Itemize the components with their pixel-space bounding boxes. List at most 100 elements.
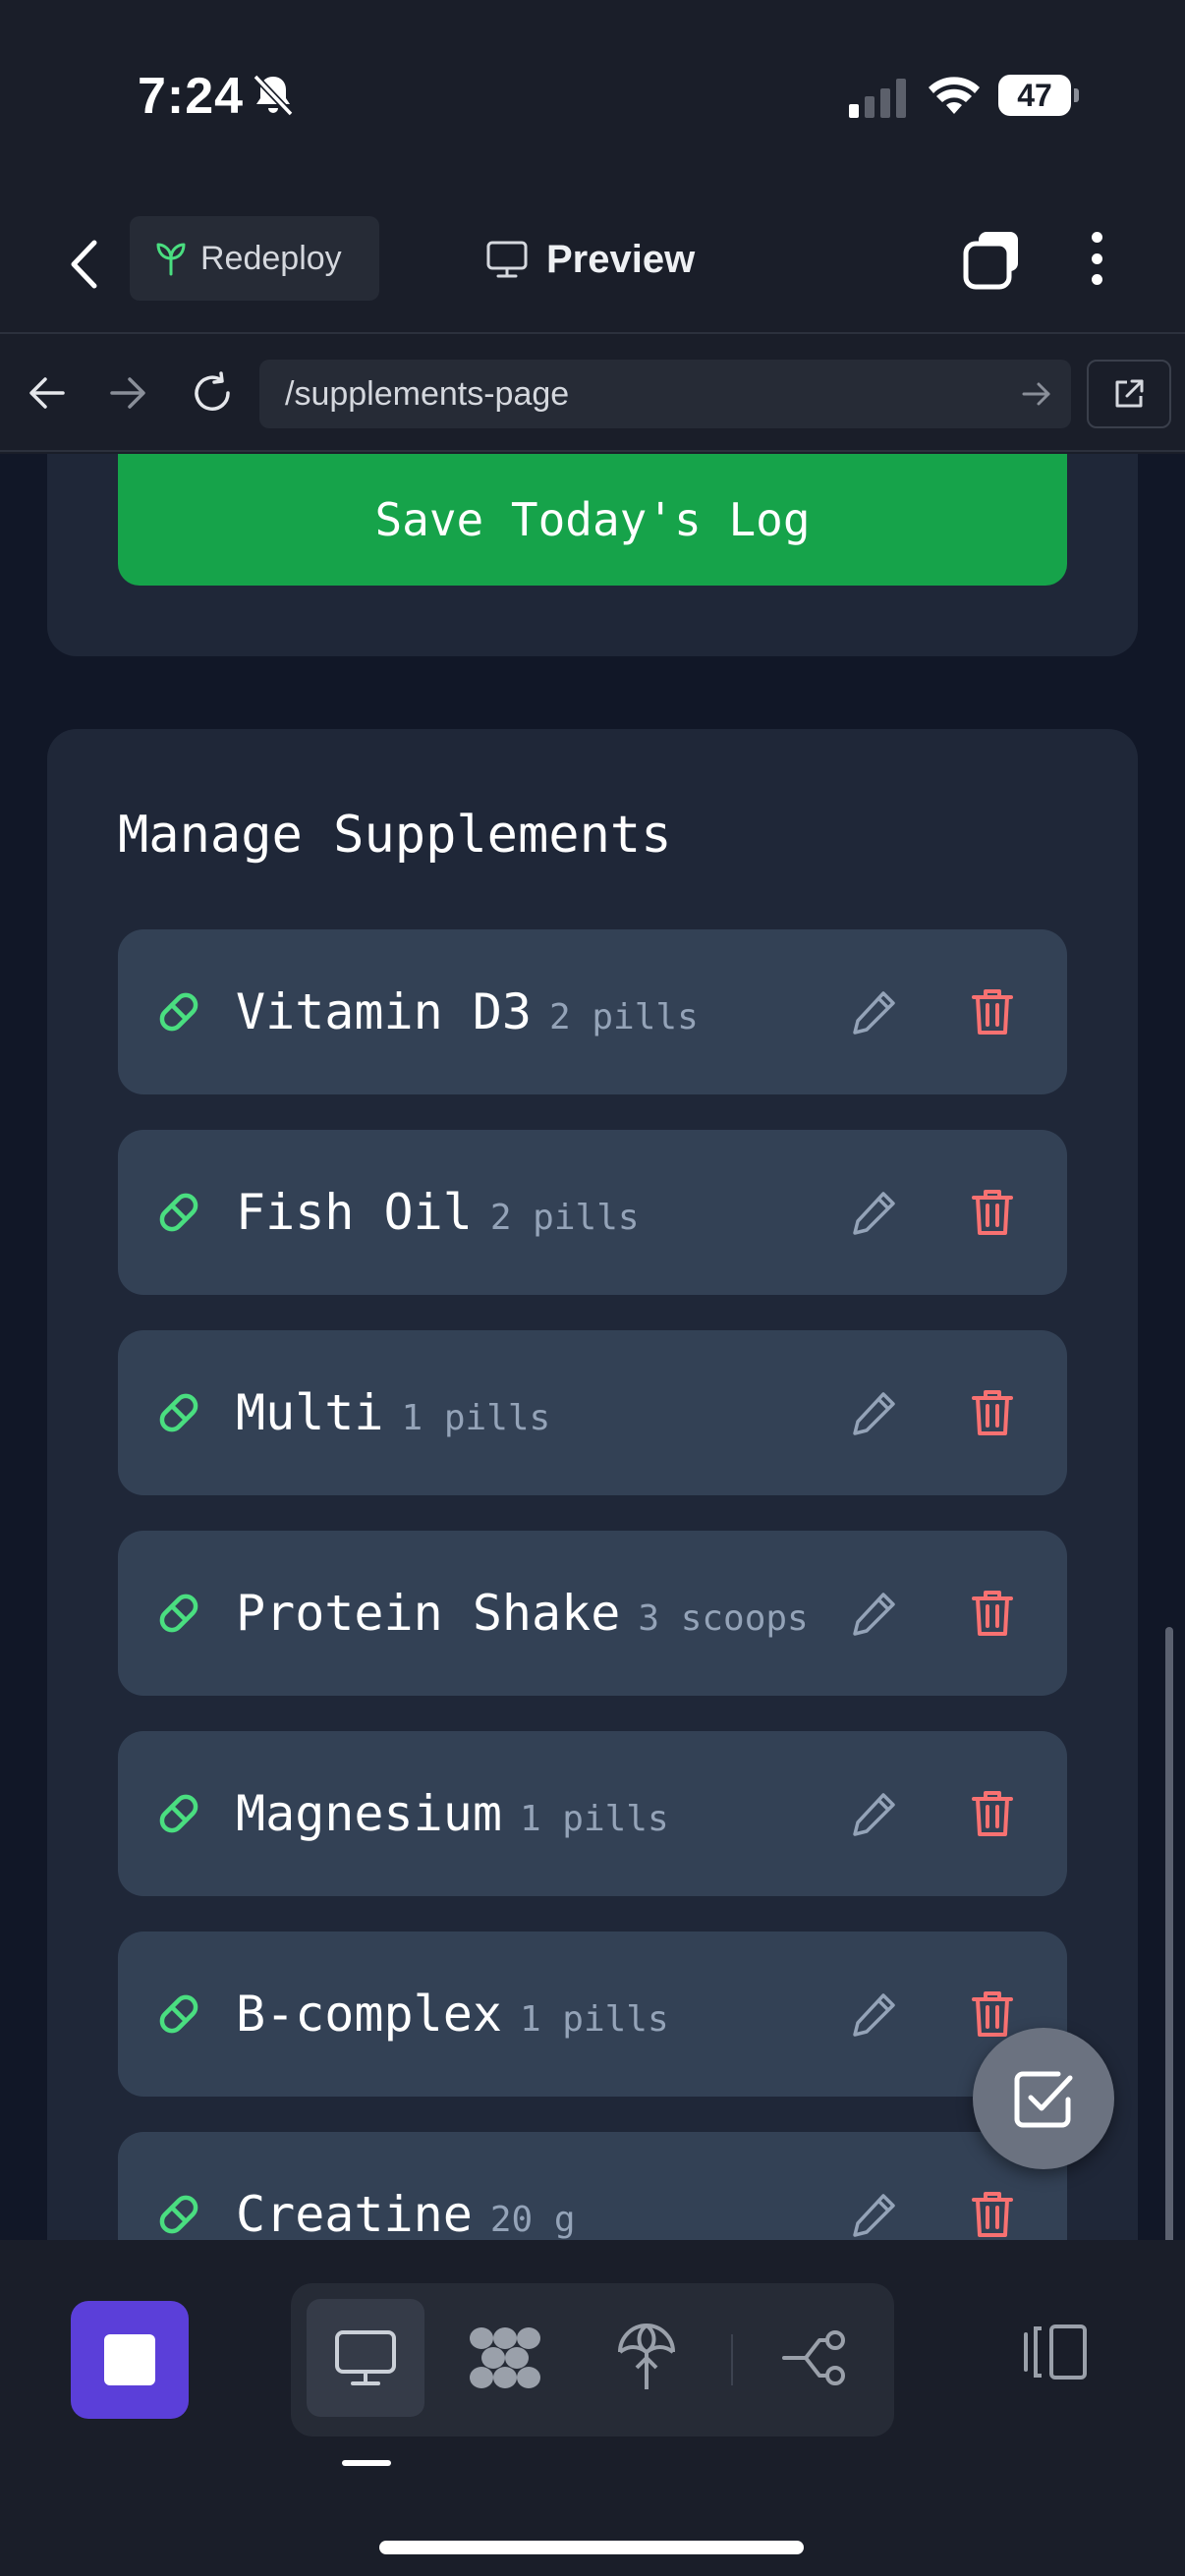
browser-back-button[interactable] [22,367,73,419]
pill-icon [159,1794,198,1833]
supplement-name-text: Fish Oil [236,1184,473,1241]
reload-button[interactable] [187,367,238,419]
active-tab-indicator [342,2460,391,2466]
back-button[interactable] [59,232,108,297]
workflow-tool-button[interactable] [757,2299,875,2417]
signal-icon [849,79,906,118]
url-text: /supplements-page [285,374,570,413]
arrow-left-icon [29,377,65,409]
browser-forward-button[interactable] [102,367,153,419]
redeploy-button[interactable]: Redeploy [130,216,379,301]
delete-button[interactable] [959,1580,1026,1647]
edit-button[interactable] [841,1179,908,1246]
supplement-item[interactable]: Protein Shake 3 scoops [118,1531,1067,1696]
supplement-name: Protein Shake 3 scoops [236,1531,809,1696]
pill-icon [159,1393,198,1432]
trash-icon [972,989,1013,1035]
supplement-name-text: Creatine [236,2186,473,2240]
supplement-name-text: Vitamin D3 [236,983,533,1040]
trash-icon [972,1791,1013,1836]
edit-button[interactable] [841,1580,908,1647]
delete-button[interactable] [959,1179,1026,1246]
more-vertical-icon[interactable] [1077,226,1116,291]
supplement-name-text: Multi [236,1384,384,1441]
sprout-icon [156,243,186,276]
pencil-icon [853,2194,895,2237]
supplement-dose: 1 pills [519,1799,669,1839]
trash-icon [972,2192,1013,2237]
supplement-item[interactable]: Magnesium 1 pills [118,1731,1067,1896]
chevron-left-icon [71,240,97,289]
save-log-button[interactable]: Save Today's Log [118,454,1067,586]
trash-icon [972,1390,1013,1435]
edit-button[interactable] [841,979,908,1045]
supplement-dose: 1 pills [519,1999,669,2040]
delete-button[interactable] [959,2181,1026,2240]
preview-label: Preview [546,237,696,281]
external-link-icon [1115,379,1144,408]
preview-tool-button[interactable] [307,2299,424,2417]
preview-title: Preview [485,230,695,289]
url-input[interactable]: /supplements-page [259,360,1071,428]
trash-icon [972,1591,1013,1636]
pencil-icon [853,1192,895,1235]
pill-icon [159,1193,198,1232]
status-bar: 7:24 47 [0,0,1185,196]
database-icon [470,2327,540,2388]
edit-button[interactable] [841,1780,908,1847]
trash-icon [972,1190,1013,1235]
redeploy-label: Redeploy [200,239,342,277]
home-indicator[interactable] [379,2541,804,2554]
monitor-icon [335,2330,396,2385]
tabs-icon[interactable] [961,226,1024,291]
tool-group [291,2283,894,2436]
scrollbar[interactable] [1165,1627,1173,2240]
database-tool-button[interactable] [446,2299,564,2417]
pencil-icon [853,1593,895,1636]
stop-button[interactable] [71,2301,189,2419]
bottom-toolbar [0,2240,1185,2576]
supplement-item[interactable]: Vitamin D3 2 pills [118,929,1067,1094]
arrow-right-icon[interactable] [1020,377,1053,411]
supplement-dose: 2 pills [549,997,699,1037]
supplement-name-text: B-complex [236,1986,502,2043]
supplement-name-text: Magnesium [236,1785,502,1842]
supplement-item[interactable]: Creatine 20 g [118,2132,1067,2240]
delete-button[interactable] [959,1780,1026,1847]
pill-icon [159,2195,198,2234]
supplement-dose: 20 g [489,2200,576,2240]
battery-icon: 47 [998,75,1079,116]
supplement-dose: 1 pills [401,1398,551,1438]
supplement-dose: 2 pills [489,1198,640,1238]
wifi-icon [929,77,980,114]
pencil-icon [853,1793,895,1836]
trash-icon [972,1991,1013,2037]
edit-button[interactable] [841,2181,908,2240]
deploy-icon [618,2324,675,2389]
side-panel-button[interactable] [1012,2311,1095,2393]
open-external-button[interactable] [1087,360,1171,428]
edit-button[interactable] [841,1981,908,2047]
pill-icon [159,992,198,1032]
delete-button[interactable] [959,1379,1026,1446]
edit-button[interactable] [841,1379,908,1446]
task-checklist-button[interactable] [973,2028,1114,2169]
pencil-icon [853,991,895,1035]
page-content: Save Today's Log Manage Supplements Vita… [0,454,1185,2240]
delete-button[interactable] [959,979,1026,1045]
battery-level: 47 [1017,78,1052,113]
supplement-item[interactable]: Multi 1 pills [118,1330,1067,1495]
save-log-label: Save Today's Log [374,493,811,546]
supplement-item[interactable]: B-complex 1 pills [118,1932,1067,2097]
pencil-icon [853,1993,895,2037]
pill-icon [159,1994,198,2034]
supplement-name-text: Protein Shake [236,1585,621,1642]
supplement-name: Fish Oil 2 pills [236,1130,640,1295]
reload-icon [195,371,230,411]
deploy-tool-button[interactable] [588,2299,705,2417]
supplement-item[interactable]: Fish Oil 2 pills [118,1130,1067,1295]
status-time: 7:24 [138,68,245,125]
app-header: Redeploy Preview [0,196,1185,334]
supplement-dose: 3 scoops [638,1598,809,1639]
checkbox-checked-icon [1014,2071,1073,2128]
